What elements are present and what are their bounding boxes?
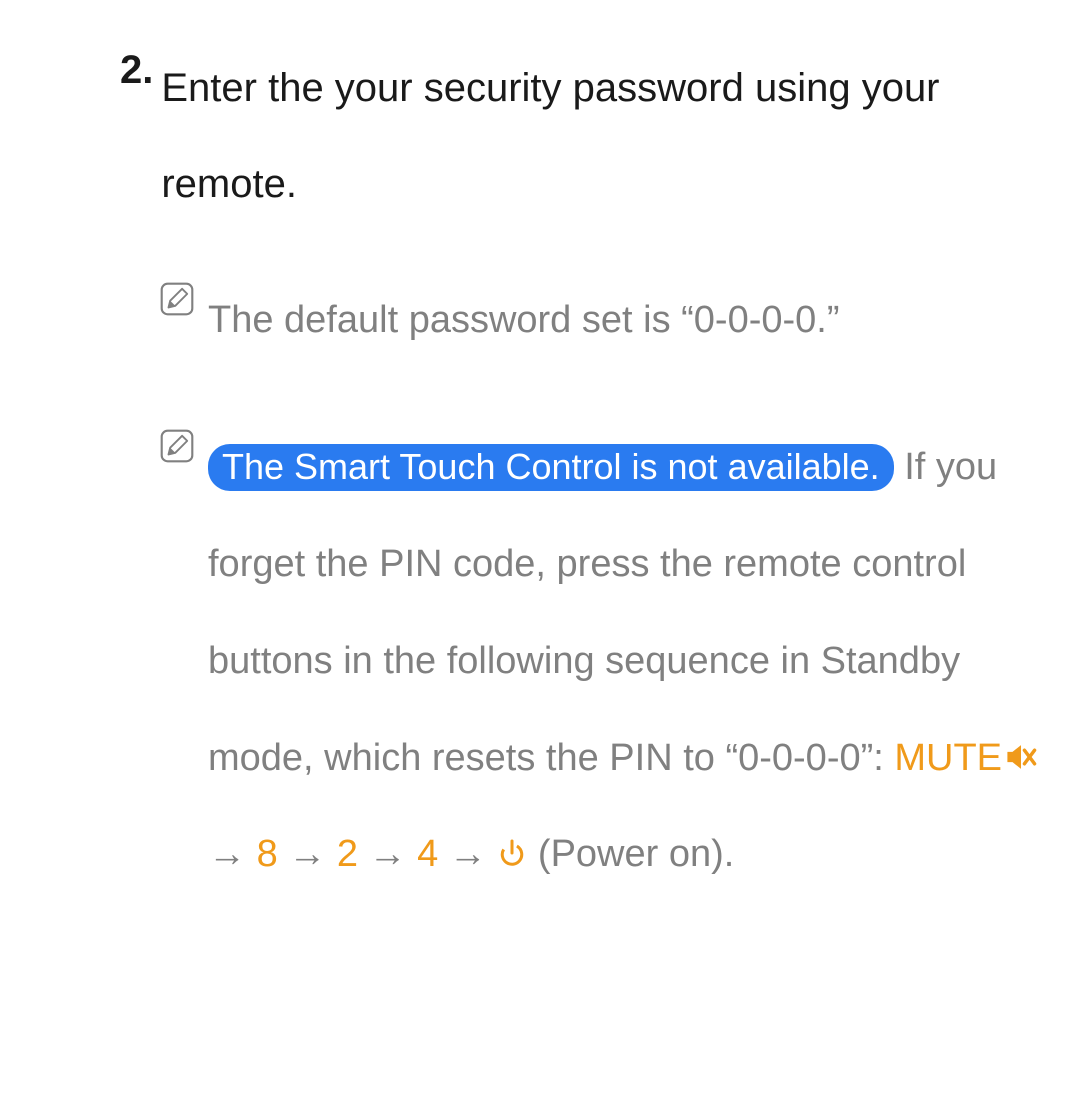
step-number: 2. [120,40,153,100]
highlight-badge: The Smart Touch Control is not available… [208,444,894,491]
power-icon [497,833,527,875]
document-page: 2. Enter the your security password usin… [0,0,1080,993]
arrow-icon: → [449,833,487,875]
note-block-2: The Smart Touch Control is not available… [120,419,1040,903]
step-text: Enter the your security password using y… [161,40,1040,232]
note-icon [160,429,194,468]
note-text-2: The Smart Touch Control is not available… [208,419,1040,903]
arrow-icon: → [208,833,246,875]
arrow-icon: → [369,833,407,875]
sequence-digit-2: 2 [337,833,358,875]
sequence-digit-3: 4 [417,833,438,875]
instruction-step: 2. Enter the your security password usin… [120,40,1040,232]
arrow-icon: → [288,833,326,875]
note-block-1: The default password set is “0-0-0-0.” [120,272,1040,369]
note-icon [160,282,194,321]
note-text-1: The default password set is “0-0-0-0.” [208,272,840,369]
mute-icon [1002,737,1038,779]
mute-label: MUTE [894,737,1002,779]
note-body-text: If you forget the PIN code, press the re… [208,446,997,779]
sequence-digit-1: 8 [257,833,278,875]
power-label: (Power on). [538,833,734,875]
